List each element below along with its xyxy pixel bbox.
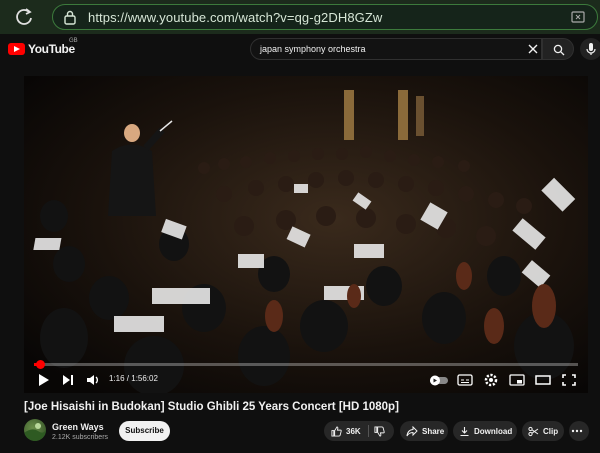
youtube-header: YouTube GB japan symphony orchestra — [0, 34, 600, 64]
more-actions-button[interactable] — [569, 421, 589, 441]
fullscreen-icon[interactable] — [560, 372, 578, 388]
subtitles-icon[interactable] — [456, 372, 474, 388]
youtube-logo-text: YouTube — [28, 42, 75, 56]
channel-name[interactable]: Green Ways — [52, 422, 104, 432]
search-button[interactable] — [542, 38, 574, 60]
miniplayer-icon[interactable] — [508, 372, 526, 388]
video-frame-orchestra — [24, 76, 588, 393]
browser-toolbar: https://www.youtube.com/watch?v=qg-g2DH8… — [0, 0, 600, 34]
download-button[interactable]: Download — [453, 421, 517, 441]
like-dislike-group: 36K — [324, 421, 394, 441]
download-label: Download — [474, 426, 513, 436]
clip-label: Clip — [543, 426, 559, 436]
next-video-icon[interactable] — [59, 372, 77, 388]
youtube-play-logo-icon — [8, 43, 25, 55]
play-icon[interactable] — [35, 372, 53, 388]
lock-icon[interactable] — [63, 10, 77, 25]
download-icon — [460, 426, 469, 436]
progress-bar[interactable] — [34, 360, 578, 369]
subscribe-button[interactable]: Subscribe — [119, 421, 170, 441]
clip-button[interactable]: Clip — [522, 421, 564, 441]
player-controls: 1:16 / 1:56:02 — [24, 368, 588, 393]
share-label: Share — [422, 426, 445, 436]
subscriber-count: 2.12K subscribers — [52, 434, 109, 441]
voice-search-button[interactable] — [580, 38, 600, 60]
dislike-button[interactable] — [369, 421, 394, 441]
clear-search-icon[interactable] — [527, 43, 539, 55]
theater-mode-icon[interactable] — [534, 372, 552, 388]
reload-icon[interactable] — [14, 7, 34, 27]
thumbs-up-icon — [331, 425, 342, 437]
search-icon — [553, 44, 565, 56]
video-title: [Joe Hisaishi in Budokan] Studio Ghibli … — [24, 401, 399, 413]
autoplay-toggle-icon[interactable] — [428, 372, 450, 388]
share-icon — [406, 425, 418, 436]
youtube-logo[interactable]: YouTube GB — [8, 38, 78, 56]
search-input[interactable]: japan symphony orchestra — [250, 38, 542, 60]
country-code: GB — [69, 38, 78, 44]
settings-gear-icon[interactable] — [482, 372, 500, 388]
address-bar[interactable]: https://www.youtube.com/watch?v=qg-g2DH8… — [52, 4, 598, 30]
like-count: 36K — [346, 426, 361, 436]
more-horizontal-icon — [571, 429, 583, 433]
channel-avatar-image — [24, 423, 46, 441]
search-query[interactable]: japan symphony orchestra — [260, 44, 366, 54]
video-player[interactable]: 1:16 / 1:56:02 — [24, 76, 588, 393]
cast-icon[interactable] — [571, 11, 585, 24]
channel-avatar[interactable] — [24, 419, 46, 441]
thumbs-down-icon — [374, 425, 385, 437]
like-button[interactable]: 36K — [324, 421, 368, 441]
url-text[interactable]: https://www.youtube.com/watch?v=qg-g2DH8… — [88, 10, 382, 25]
scissors-icon — [528, 426, 539, 436]
volume-icon[interactable] — [84, 372, 102, 388]
microphone-icon — [586, 43, 596, 55]
share-button[interactable]: Share — [400, 421, 448, 441]
time-display: 1:16 / 1:56:02 — [109, 374, 158, 383]
